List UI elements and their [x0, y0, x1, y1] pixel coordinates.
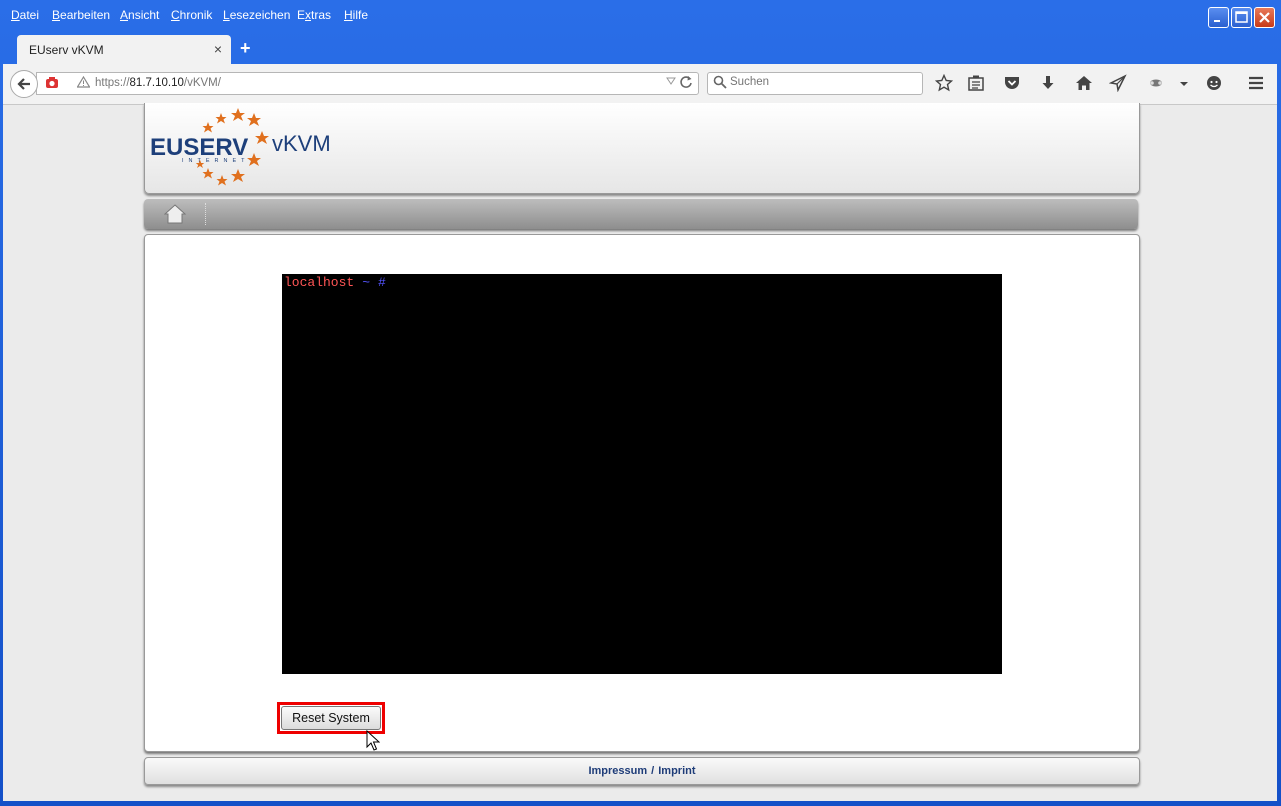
- bookmarks-list-icon[interactable]: [966, 74, 986, 97]
- console-prompt: localhost ~ #: [284, 275, 386, 290]
- reset-system-button[interactable]: Reset System: [281, 706, 381, 730]
- overflow-dropdown-icon[interactable]: [1174, 76, 1194, 94]
- euserv-logo: EUSERV INTERNET vKVM: [150, 108, 331, 186]
- prompt-hash: #: [378, 275, 386, 290]
- prompt-tilde: ~: [362, 275, 371, 290]
- minimize-icon: [1214, 20, 1220, 22]
- maximize-icon: [1235, 11, 1248, 23]
- prompt-host: localhost: [284, 275, 355, 290]
- tab-euserv-vkvm[interactable]: EUserv vKVM ×: [17, 35, 231, 65]
- bookmark-star-icon[interactable]: [934, 73, 954, 97]
- menu-datei[interactable]: Datei: [11, 8, 39, 22]
- url-host: 81.7.10.10: [129, 77, 184, 89]
- pocket-icon[interactable]: [1002, 74, 1022, 97]
- menu-lesezeichen[interactable]: Lesezeichen: [223, 8, 290, 22]
- url-dropdown-icon[interactable]: [666, 76, 676, 89]
- footer-links: Impressum / Imprint: [145, 765, 1139, 777]
- menu-chronik[interactable]: Chronik: [171, 8, 212, 22]
- minimize-button[interactable]: [1208, 7, 1229, 28]
- search-icon: [713, 75, 727, 92]
- insecure-warning-icon[interactable]: [76, 75, 91, 91]
- downloads-icon[interactable]: [1038, 74, 1058, 97]
- home-nav-icon[interactable]: [164, 204, 186, 224]
- kvm-console-screen[interactable]: localhost ~ #: [282, 274, 1002, 674]
- browser-window: Datei Bearbeiten Ansicht Chronik Lesezei…: [0, 0, 1281, 806]
- menu-bearbeiten[interactable]: Bearbeiten: [52, 8, 110, 22]
- site-navbar: [144, 199, 1138, 229]
- page-content: EUSERV INTERNET vKVM localhost ~ # Reset S…: [3, 103, 1277, 801]
- search-input[interactable]: [730, 76, 910, 88]
- logo-product-text: vKVM: [272, 131, 331, 156]
- menu-hilfe[interactable]: Hilfe: [344, 8, 368, 22]
- site-header: EUSERV INTERNET vKVM: [144, 103, 1140, 194]
- site-footer: Impressum / Imprint: [144, 757, 1140, 785]
- search-bar[interactable]: [707, 72, 923, 95]
- menu-ansicht[interactable]: Ansicht: [120, 8, 159, 22]
- menu-extras[interactable]: Extras: [297, 8, 331, 22]
- new-tab-button[interactable]: +: [240, 38, 251, 59]
- back-button[interactable]: [10, 70, 38, 98]
- imprint-link[interactable]: Imprint: [658, 765, 695, 777]
- reload-icon[interactable]: [679, 75, 693, 92]
- close-window-button[interactable]: [1254, 7, 1275, 28]
- logo-sub-text: INTERNET: [182, 158, 250, 164]
- logo-brand-text: EUSERV: [150, 134, 248, 161]
- close-icon: [1259, 12, 1270, 23]
- tab-title: EUserv vKVM: [29, 43, 104, 57]
- tab-close-icon[interactable]: ×: [214, 41, 222, 57]
- mouse-cursor-icon: [366, 730, 380, 751]
- menu-bar: Datei Bearbeiten Ansicht Chronik Lesezei…: [0, 0, 1281, 30]
- navigation-toolbar: https://81.7.10.10/vKVM/: [3, 64, 1277, 105]
- back-arrow-icon: [17, 78, 30, 90]
- impressum-link[interactable]: Impressum: [588, 765, 647, 777]
- url-text[interactable]: https://81.7.10.10/vKVM/: [95, 77, 221, 89]
- url-path: /vKVM/: [183, 77, 221, 89]
- home-icon[interactable]: [1074, 74, 1094, 97]
- url-scheme: https://: [95, 77, 130, 89]
- screenshot-camera-icon[interactable]: [45, 76, 59, 92]
- maximize-button[interactable]: [1231, 7, 1252, 28]
- send-tab-icon[interactable]: [1108, 74, 1128, 97]
- hamburger-menu-icon[interactable]: [1246, 74, 1266, 97]
- hello-chat-icon[interactable]: [1204, 74, 1224, 97]
- kvm-panel: localhost ~ # Reset System: [144, 234, 1140, 752]
- navbar-divider: [205, 203, 206, 225]
- addon-icon[interactable]: [1146, 74, 1166, 97]
- footer-separator: /: [651, 765, 655, 777]
- address-bar[interactable]: https://81.7.10.10/vKVM/: [36, 72, 699, 95]
